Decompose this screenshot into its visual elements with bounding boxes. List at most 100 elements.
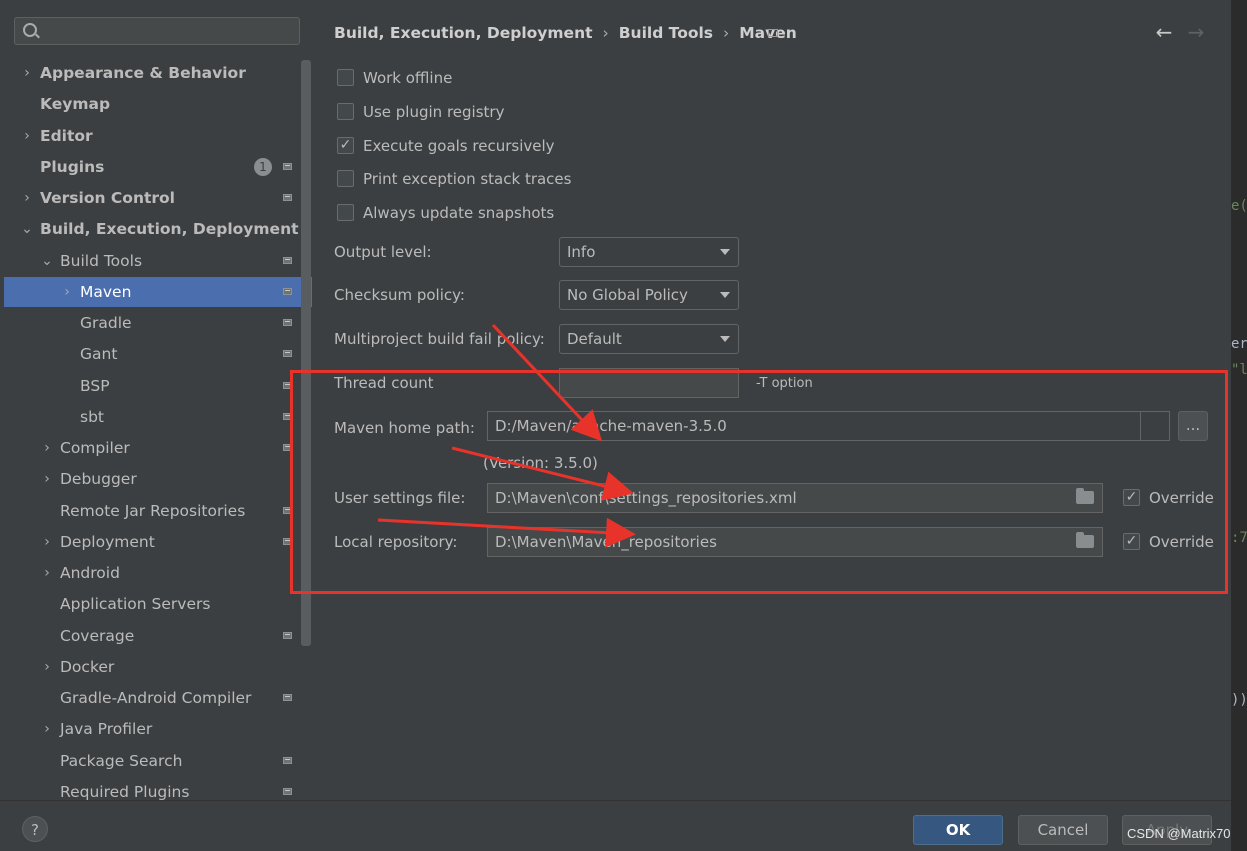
checksum-policy-value: No Global Policy [567, 286, 688, 304]
tree-item-editor[interactable]: › Editor [4, 121, 298, 151]
ok-button[interactable]: OK [913, 815, 1003, 845]
chevron-right-icon[interactable]: › [40, 433, 54, 463]
tree-item-coverage[interactable]: Coverage [4, 621, 298, 651]
tree-item-gradle[interactable]: Gradle [4, 308, 298, 338]
project-scope-icon [283, 787, 292, 795]
tree-item-appearance-behavior[interactable]: › Appearance & Behavior [4, 58, 298, 88]
tree-item-build-tools[interactable]: ⌄ Build Tools [4, 246, 298, 276]
multiproject-fail-policy-value: Default [567, 330, 622, 348]
tree-item-label: Debugger [60, 470, 137, 489]
tree-item-deployment[interactable]: › Deployment [4, 527, 298, 557]
project-scope-icon [283, 194, 292, 201]
help-button[interactable]: ? [22, 816, 48, 842]
project-settings-icon [768, 29, 778, 37]
tree-item-label: Docker [60, 657, 115, 676]
project-scope-icon [283, 162, 292, 170]
output-level-label: Output level: [334, 243, 432, 261]
checkbox[interactable]: ✓ [337, 137, 354, 154]
breadcrumb: Build, Execution, Deployment › Build Tools… [334, 22, 797, 44]
chevron-right-icon[interactable]: › [60, 277, 74, 307]
multiproject-fail-policy-select[interactable]: Default [559, 324, 739, 354]
tree-item-maven[interactable]: › Maven [4, 276, 312, 307]
editor-fragment: e( [1231, 198, 1247, 214]
tree-item-sbt[interactable]: sbt [4, 402, 298, 432]
chevron-right-icon[interactable]: › [40, 714, 54, 744]
tree-item-label: Java Profiler [60, 720, 153, 739]
project-scope-icon [283, 256, 292, 264]
tree-item-label: Android [60, 564, 120, 582]
output-level-select[interactable]: Info [559, 237, 739, 267]
tree-item-gradle-android-compiler[interactable]: Gradle-Android Compiler [4, 683, 298, 713]
update-count-badge: 1 [254, 157, 272, 176]
tree-item-label: Editor [40, 126, 93, 145]
tree-item-label: Maven [80, 282, 132, 301]
checkbox[interactable] [337, 170, 354, 187]
output-level-value: Info [567, 243, 596, 261]
tree-item-label: sbt [80, 407, 104, 426]
tree-item-label: Compiler [60, 439, 130, 457]
editor-fragment: :7 [1231, 530, 1247, 546]
multiproject-fail-policy-label: Multiproject build fail policy: [334, 330, 545, 348]
tree-item-package-search[interactable]: Package Search [4, 746, 298, 776]
chevron-right-icon[interactable]: › [40, 527, 54, 557]
tree-item-label: Gant [80, 345, 118, 364]
tree-item-java-profiler[interactable]: › Java Profiler [4, 714, 298, 744]
chevron-down-icon[interactable]: ⌄ [40, 246, 54, 276]
checkbox-label: Always update snapshots [363, 204, 555, 222]
project-scope-icon [283, 350, 292, 358]
tree-item-label: Package Search [60, 751, 183, 770]
tree-item-application-servers[interactable]: Application Servers [4, 589, 298, 619]
tree-item-docker[interactable]: › Docker [4, 652, 298, 682]
tree-item-keymap[interactable]: Keymap [4, 89, 298, 119]
chevron-right-icon[interactable]: › [40, 652, 54, 682]
editor-fragment: "l [1231, 362, 1247, 378]
project-scope-icon [283, 287, 292, 295]
tree-item-version-control[interactable]: › Version Control [4, 183, 298, 213]
tree-item-label: BSP [80, 376, 110, 395]
tree-item-label: Gradle-Android Compiler [60, 689, 252, 707]
checkbox[interactable] [337, 69, 354, 86]
chevron-right-icon[interactable]: › [40, 558, 54, 588]
settings-search-input[interactable] [14, 17, 300, 45]
project-scope-icon [283, 694, 292, 701]
tree-item-bsp[interactable]: BSP [4, 371, 298, 401]
tree-item-label: Gradle [80, 314, 132, 332]
background-editor-strip: e( er "l :7 )) [1231, 0, 1247, 851]
dropdown-arrow-icon [720, 292, 730, 298]
breadcrumb-item: Build Tools [618, 24, 714, 42]
watermark: CSDN @Matrix70 [1127, 826, 1231, 841]
checkbox[interactable] [337, 103, 354, 120]
tree-item-plugins[interactable]: Plugins 1 [4, 152, 298, 182]
chevron-right-icon[interactable]: › [40, 464, 54, 494]
tree-item-debugger[interactable]: › Debugger [4, 464, 298, 494]
chevron-right-icon[interactable]: › [20, 121, 34, 151]
tree-item-label: Appearance & Behavior [40, 64, 246, 82]
tree-item-label: Keymap [40, 95, 111, 114]
editor-fragment: )) [1231, 692, 1247, 708]
forward-arrow-icon[interactable]: → [1186, 20, 1206, 44]
dropdown-arrow-icon [720, 249, 730, 255]
checksum-policy-select[interactable]: No Global Policy [559, 280, 739, 310]
tree-item-build-execution-deployment[interactable]: ⌄ Build, Execution, Deployment [4, 214, 298, 244]
tree-item-label: Plugins [40, 157, 105, 176]
chevron-right-icon[interactable]: › [20, 183, 34, 213]
tree-item-compiler[interactable]: › Compiler [4, 433, 298, 463]
annotation-highlight-box [290, 370, 1228, 594]
checksum-policy-label: Checksum policy: [334, 286, 465, 304]
tree-item-gant[interactable]: Gant [4, 339, 298, 369]
tree-item-label: Deployment [60, 532, 155, 551]
tree-item-android[interactable]: › Android [4, 558, 298, 588]
editor-fragment: er [1231, 336, 1247, 352]
checkbox-label: Use plugin registry [363, 103, 505, 121]
checkbox[interactable] [337, 204, 354, 221]
project-scope-icon [283, 319, 292, 326]
tree-item-remote-jar-repositories[interactable]: Remote Jar Repositories [4, 496, 298, 526]
breadcrumb-separator: › [602, 24, 609, 42]
back-arrow-icon[interactable]: ← [1154, 20, 1174, 44]
breadcrumb-separator: › [723, 24, 730, 42]
chevron-down-icon[interactable]: ⌄ [20, 214, 34, 244]
chevron-right-icon[interactable]: › [20, 58, 34, 88]
cancel-button[interactable]: Cancel [1018, 815, 1108, 845]
dropdown-arrow-icon [720, 336, 730, 342]
tree-item-label: Application Servers [60, 595, 211, 614]
